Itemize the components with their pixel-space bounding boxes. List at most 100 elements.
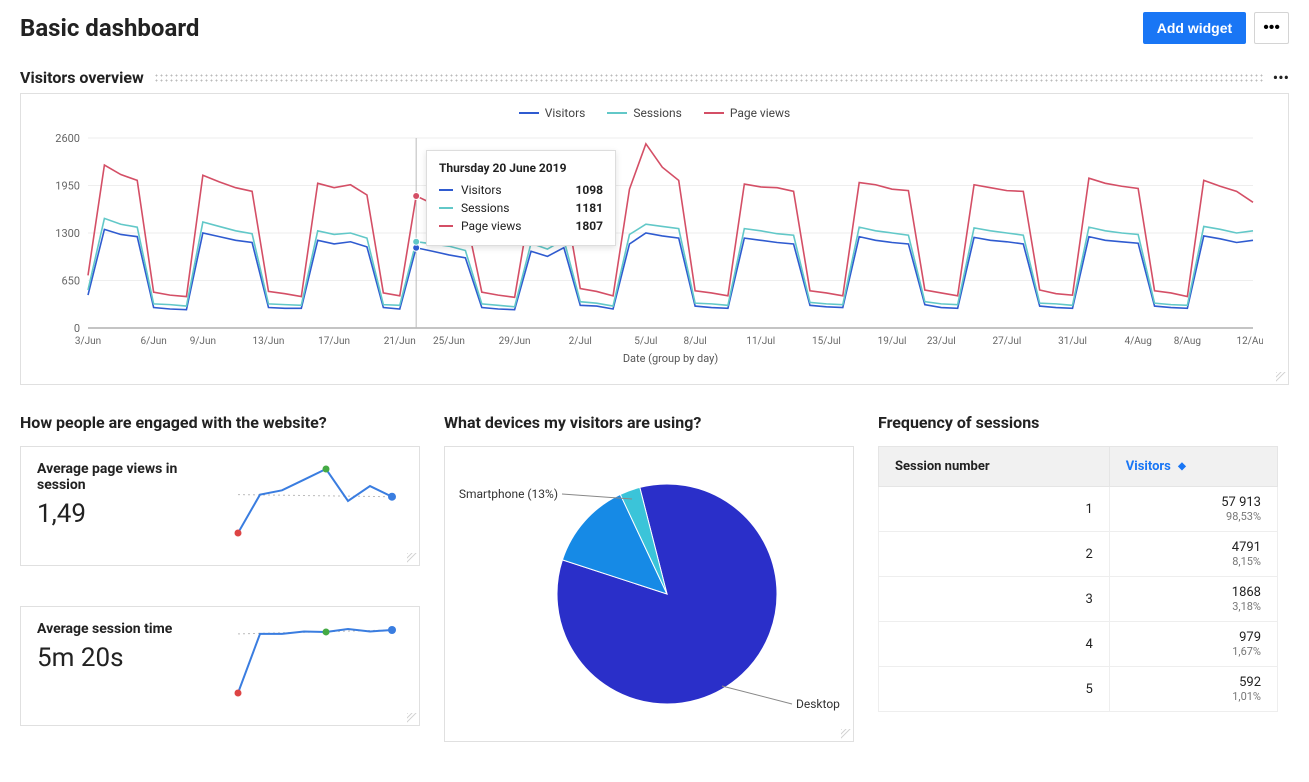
legend-line-icon: [704, 112, 724, 114]
tooltip-row-visitors: Visitors 1098: [439, 181, 603, 199]
tooltip-title: Thursday 20 June 2019: [439, 161, 603, 175]
svg-text:5/Jul: 5/Jul: [634, 336, 657, 347]
add-widget-button[interactable]: Add widget: [1143, 12, 1246, 44]
cell-visitors: 9791,67%: [1109, 622, 1277, 667]
svg-text:650: 650: [61, 275, 80, 288]
svg-text:23/Jul: 23/Jul: [927, 336, 956, 347]
avg-session-time-card: Average session time 5m 20s: [20, 606, 420, 726]
devices-title: What devices my visitors are using?: [444, 413, 854, 432]
svg-text:3/Jun: 3/Jun: [75, 336, 101, 347]
session-time-sparkline: [230, 621, 400, 701]
svg-text:27/Jul: 27/Jul: [992, 336, 1021, 347]
top-actions: Add widget •••: [1143, 12, 1289, 44]
tooltip-line-icon: [439, 225, 453, 227]
svg-text:13/Jun: 13/Jun: [253, 336, 285, 347]
resize-handle-icon[interactable]: [839, 727, 851, 739]
overview-line-chart[interactable]: 0 650 1300 1950 2600 3/Jun 6/Jun 9/Jun 13/Jun 17/…: [33, 128, 1263, 378]
cell-visitors: 47918,15%: [1109, 532, 1277, 577]
svg-text:12/Aug: 12/Aug: [1237, 336, 1263, 347]
svg-text:2/Jul: 2/Jul: [569, 336, 592, 347]
cell-session-number: 5: [879, 667, 1110, 712]
devices-pie-card: Smartphone (13%) Desktop (84%): [444, 446, 854, 742]
page-title: Basic dashboard: [20, 14, 199, 42]
table-row[interactable]: 55921,01%: [879, 667, 1278, 712]
col-visitors[interactable]: Visitors ◆: [1109, 447, 1277, 487]
cell-session-number: 1: [879, 487, 1110, 532]
resize-handle-icon[interactable]: [1274, 370, 1286, 382]
frequency-column: Frequency of sessions Session number Vis…: [878, 413, 1278, 750]
devices-pie-chart[interactable]: Smartphone (13%) Desktop (84%): [457, 459, 841, 729]
tooltip-line-icon: [439, 207, 453, 209]
legend-sessions[interactable]: Sessions: [607, 106, 681, 120]
svg-text:Desktop (84%): Desktop (84%): [796, 697, 841, 711]
table-row[interactable]: 157 91398,53%: [879, 487, 1278, 532]
svg-text:29/Jun: 29/Jun: [499, 336, 531, 347]
avg-session-time-value: 5m 20s: [37, 643, 220, 673]
cell-session-number: 3: [879, 577, 1110, 622]
engagement-title: How people are engaged with the website?: [20, 413, 420, 432]
tooltip-row-pageviews: Page views 1807: [439, 217, 603, 235]
legend-visitors-label: Visitors: [545, 106, 586, 120]
tooltip-row-value: 1181: [575, 201, 603, 215]
svg-text:31/Jul: 31/Jul: [1058, 336, 1087, 347]
cell-visitors: 18683,18%: [1109, 577, 1277, 622]
cell-visitors: 57 91398,53%: [1109, 487, 1277, 532]
svg-text:Date (group by day): Date (group by day): [623, 352, 719, 365]
svg-text:9/Jun: 9/Jun: [190, 336, 216, 347]
bottom-row: How people are engaged with the website?…: [20, 413, 1289, 750]
tooltip-line-icon: [439, 189, 453, 191]
legend-line-icon: [607, 112, 627, 114]
avg-pageviews-value: 1,49: [37, 499, 220, 529]
cell-session-number: 2: [879, 532, 1110, 577]
legend-pageviews-label: Page views: [730, 106, 790, 120]
tooltip-row-label: Page views: [461, 219, 569, 233]
frequency-table: Session number Visitors ◆ 157 91398,53%2…: [878, 446, 1278, 712]
svg-text:6/Jun: 6/Jun: [140, 336, 166, 347]
tooltip-row-sessions: Sessions 1181: [439, 199, 603, 217]
svg-text:17/Jun: 17/Jun: [318, 336, 350, 347]
svg-text:1950: 1950: [55, 180, 80, 193]
svg-text:1300: 1300: [55, 227, 80, 240]
table-row[interactable]: 49791,67%: [879, 622, 1278, 667]
tooltip-row-value: 1098: [575, 183, 603, 197]
frequency-title: Frequency of sessions: [878, 413, 1278, 432]
cell-session-number: 4: [879, 622, 1110, 667]
visitors-overview-chart-card: Visitors Sessions Page views 0 650 1300 195…: [20, 93, 1289, 385]
tooltip-row-label: Visitors: [461, 183, 569, 197]
cell-visitors: 5921,01%: [1109, 667, 1277, 712]
topbar: Basic dashboard Add widget •••: [20, 12, 1289, 44]
col-visitors-label: Visitors: [1126, 459, 1171, 474]
svg-text:15/Jul: 15/Jul: [812, 336, 841, 347]
tooltip-row-value: 1807: [575, 219, 603, 233]
tooltip-row-label: Sessions: [461, 201, 569, 215]
pageviews-sparkline: [230, 461, 400, 541]
legend-pageviews[interactable]: Page views: [704, 106, 790, 120]
page-more-button[interactable]: •••: [1254, 12, 1289, 44]
svg-text:19/Jul: 19/Jul: [878, 336, 907, 347]
visitors-overview-header: Visitors overview •••: [20, 68, 1289, 87]
legend-visitors[interactable]: Visitors: [519, 106, 586, 120]
visitors-overview-more-button[interactable]: •••: [1273, 68, 1289, 87]
visitors-overview-title: Visitors overview: [20, 68, 144, 87]
svg-text:11/Jul: 11/Jul: [746, 336, 775, 347]
widget-drag-handle[interactable]: [154, 73, 1263, 83]
table-row[interactable]: 318683,18%: [879, 577, 1278, 622]
avg-session-time-label: Average session time: [37, 621, 220, 637]
table-row[interactable]: 247918,15%: [879, 532, 1278, 577]
chart-tooltip: Thursday 20 June 2019 Visitors 1098 Sess…: [426, 150, 616, 246]
devices-column: What devices my visitors are using? Smar…: [444, 413, 854, 750]
resize-handle-icon[interactable]: [405, 551, 417, 563]
svg-text:4/Aug: 4/Aug: [1124, 336, 1151, 347]
svg-text:2600: 2600: [55, 132, 80, 145]
svg-text:8/Jul: 8/Jul: [684, 336, 707, 347]
svg-text:25/Jun: 25/Jun: [433, 336, 465, 347]
legend-line-icon: [519, 112, 539, 114]
col-session-number[interactable]: Session number: [879, 447, 1110, 487]
svg-text:0: 0: [74, 322, 80, 335]
svg-text:Smartphone (13%): Smartphone (13%): [459, 487, 558, 501]
legend-sessions-label: Sessions: [633, 106, 681, 120]
svg-text:8/Aug: 8/Aug: [1174, 336, 1201, 347]
resize-handle-icon[interactable]: [405, 711, 417, 723]
engagement-column: How people are engaged with the website?…: [20, 413, 420, 750]
overview-legend: Visitors Sessions Page views: [33, 106, 1276, 120]
